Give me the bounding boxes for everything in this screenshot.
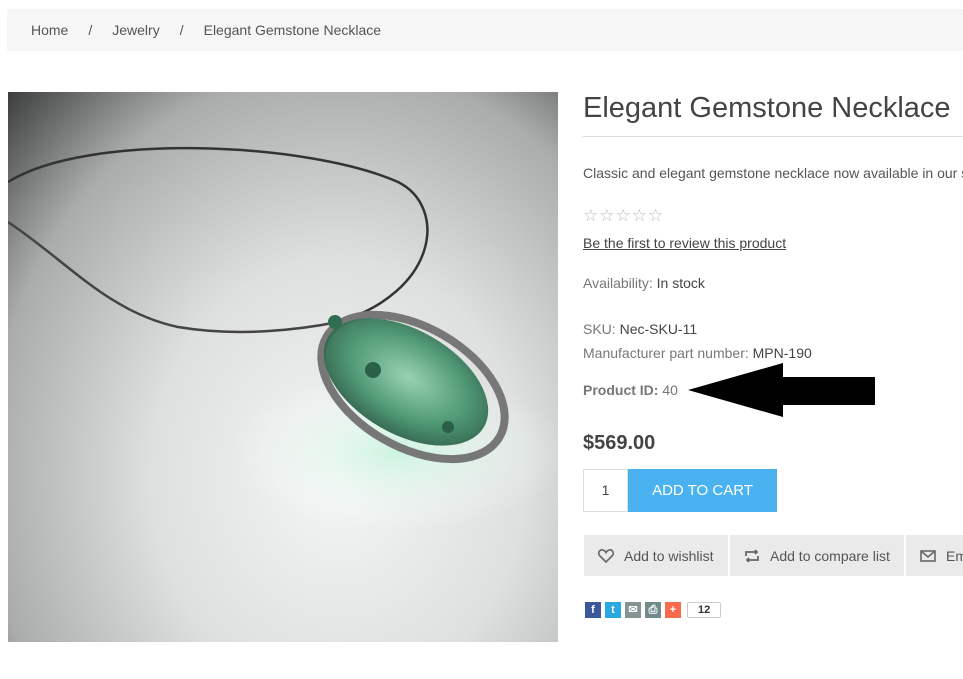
breadcrumb-jewelry[interactable]: Jewelry xyxy=(112,22,159,38)
annotation-arrow-icon xyxy=(688,363,875,417)
breadcrumb-separator: / xyxy=(88,22,93,38)
availability-value: In stock xyxy=(656,275,705,291)
rating-stars: ☆☆☆☆☆ xyxy=(583,206,664,226)
compare-label: Add to compare list xyxy=(770,547,890,564)
sku-label: SKU: xyxy=(583,321,616,337)
review-link[interactable]: Be the first to review this product xyxy=(583,235,786,251)
wishlist-label: Add to wishlist xyxy=(624,547,714,564)
availability: Availability: In stock xyxy=(583,275,705,291)
compare-icon xyxy=(745,548,759,563)
quantity-input[interactable]: 1 xyxy=(583,469,628,512)
star-empty-icon: ☆ xyxy=(615,206,632,225)
mpn-label: Manufacturer part number: xyxy=(583,345,749,361)
breadcrumb-home[interactable]: Home xyxy=(31,22,68,38)
mpn-value: MPN-190 xyxy=(752,345,812,361)
twitter-icon[interactable]: t xyxy=(605,602,621,618)
product-id: Product ID: 40 xyxy=(583,382,678,398)
add-to-wishlist-button[interactable]: Add to wishlist xyxy=(584,535,728,576)
availability-label: Availability: xyxy=(583,275,653,291)
email-label: Em xyxy=(946,547,963,564)
add-to-compare-button[interactable]: Add to compare list xyxy=(730,535,904,576)
more-share-icon[interactable]: + xyxy=(665,602,681,618)
star-empty-icon: ☆ xyxy=(583,206,600,225)
envelope-icon xyxy=(920,549,936,562)
sku: SKU: Nec-SKU-11 xyxy=(583,321,697,337)
heart-icon xyxy=(598,548,614,563)
add-to-cart-button[interactable]: ADD TO CART xyxy=(628,469,777,512)
product-id-label: Product ID: xyxy=(583,382,659,398)
star-empty-icon: ☆ xyxy=(631,206,648,225)
print-icon[interactable]: ⎙ xyxy=(645,602,661,618)
share-count: 12 xyxy=(687,602,722,618)
product-id-value: 40 xyxy=(662,382,678,398)
sku-value: Nec-SKU-11 xyxy=(619,321,698,337)
email-friend-button[interactable]: Em xyxy=(906,535,963,576)
product-title: Elegant Gemstone Necklace xyxy=(583,92,963,137)
breadcrumb: Home / Jewelry / Elegant Gemstone Neckla… xyxy=(7,9,963,51)
breadcrumb-separator: / xyxy=(179,22,184,38)
product-price: $569.00 xyxy=(583,432,656,454)
facebook-icon[interactable]: f xyxy=(585,602,601,618)
product-image[interactable] xyxy=(8,92,558,642)
email-share-icon[interactable]: ✉ xyxy=(625,602,641,618)
short-description: Classic and elegant gemstone necklace no… xyxy=(583,165,963,181)
share-buttons: f t ✉ ⎙ + 12 xyxy=(585,602,722,618)
star-empty-icon: ☆ xyxy=(648,206,665,225)
product-details: Elegant Gemstone Necklace Classic and el… xyxy=(583,92,963,618)
breadcrumb-current: Elegant Gemstone Necklace xyxy=(203,22,382,38)
star-empty-icon: ☆ xyxy=(599,206,616,225)
mpn: Manufacturer part number: MPN-190 xyxy=(583,345,812,361)
action-buttons: Add to wishlist Add to compare list Em xyxy=(584,535,963,576)
